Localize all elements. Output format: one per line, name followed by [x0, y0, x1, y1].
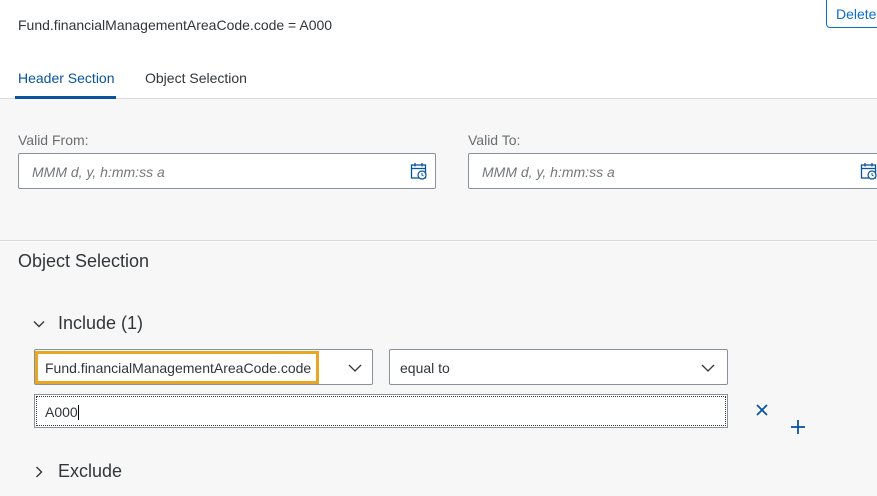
tab-object-selection[interactable]: Object Selection — [145, 70, 247, 86]
remove-condition-icon[interactable] — [754, 402, 770, 418]
calendar-icon[interactable] — [860, 162, 877, 180]
valid-to-placeholder: MMM d, y, h:mm:ss a — [482, 164, 615, 180]
operator-select-value: equal to — [400, 360, 450, 376]
object-selection-title: Object Selection — [18, 251, 150, 271]
exclude-label: Exclude — [58, 461, 123, 481]
valid-to-input[interactable]: MMM d, y, h:mm:ss a — [468, 153, 877, 189]
exclude-group-header[interactable]: Exclude — [32, 461, 122, 482]
include-group-header[interactable]: Include (1) — [32, 313, 143, 334]
value-input-text: A000 — [45, 404, 78, 420]
chevron-down-icon[interactable] — [700, 360, 716, 376]
calendar-icon[interactable] — [410, 162, 428, 180]
header-title: Fund.financialManagementAreaCode.code = … — [18, 17, 333, 33]
field-select-value: Fund.financialManagementAreaCode.code — [45, 360, 312, 376]
chevron-down-icon — [33, 321, 45, 328]
value-input[interactable]: A000 — [34, 394, 728, 428]
valid-from-placeholder: MMM d, y, h:mm:ss a — [32, 164, 165, 180]
valid-from-input[interactable]: MMM d, y, h:mm:ss a — [18, 153, 436, 189]
chevron-right-icon — [36, 466, 43, 478]
add-condition-icon[interactable] — [790, 419, 806, 435]
header-section: Valid From: MMM d, y, h:mm:ss a Valid To… — [0, 99, 877, 241]
operator-select[interactable]: equal to — [389, 349, 728, 385]
tab-bar: Header Section Object Selection — [0, 60, 877, 99]
tab-header-section[interactable]: Header Section — [18, 70, 115, 86]
valid-from-label: Valid From: — [18, 132, 89, 148]
chevron-down-icon[interactable] — [347, 360, 363, 376]
delete-button[interactable]: Delete — [826, 0, 877, 28]
valid-to-label: Valid To: — [468, 132, 521, 148]
text-caret — [77, 405, 79, 420]
include-label: Include (1) — [58, 313, 144, 333]
field-select[interactable]: Fund.financialManagementAreaCode.code — [34, 349, 373, 385]
